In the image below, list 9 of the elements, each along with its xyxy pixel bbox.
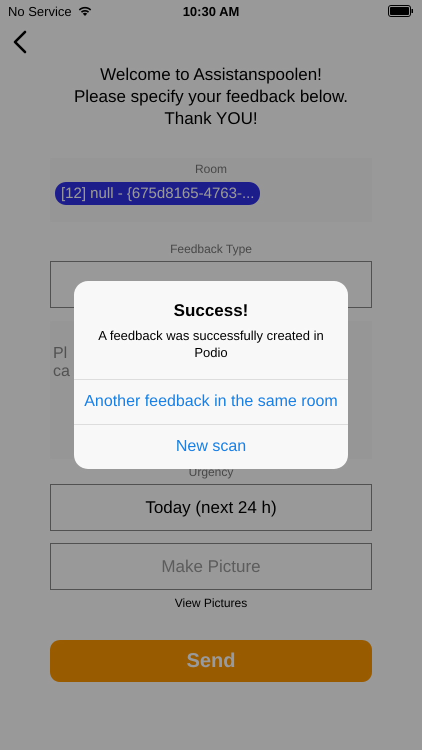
- carrier-text: No Service: [8, 4, 72, 18]
- alert-title: Success!: [172, 301, 250, 321]
- welcome-text: Please specify your feedback below.: [74, 86, 348, 108]
- feedback-type-label: Feedback Type: [170, 242, 252, 256]
- welcome-text: Thank YOU!: [163, 108, 259, 130]
- alert-message: A feedback was successfully created in Podio: [97, 327, 325, 361]
- welcome-text: Welcome to Assistanspoolen!: [99, 64, 323, 86]
- room-label: Room: [194, 162, 227, 176]
- clock-text: 10:30 AM: [182, 4, 240, 18]
